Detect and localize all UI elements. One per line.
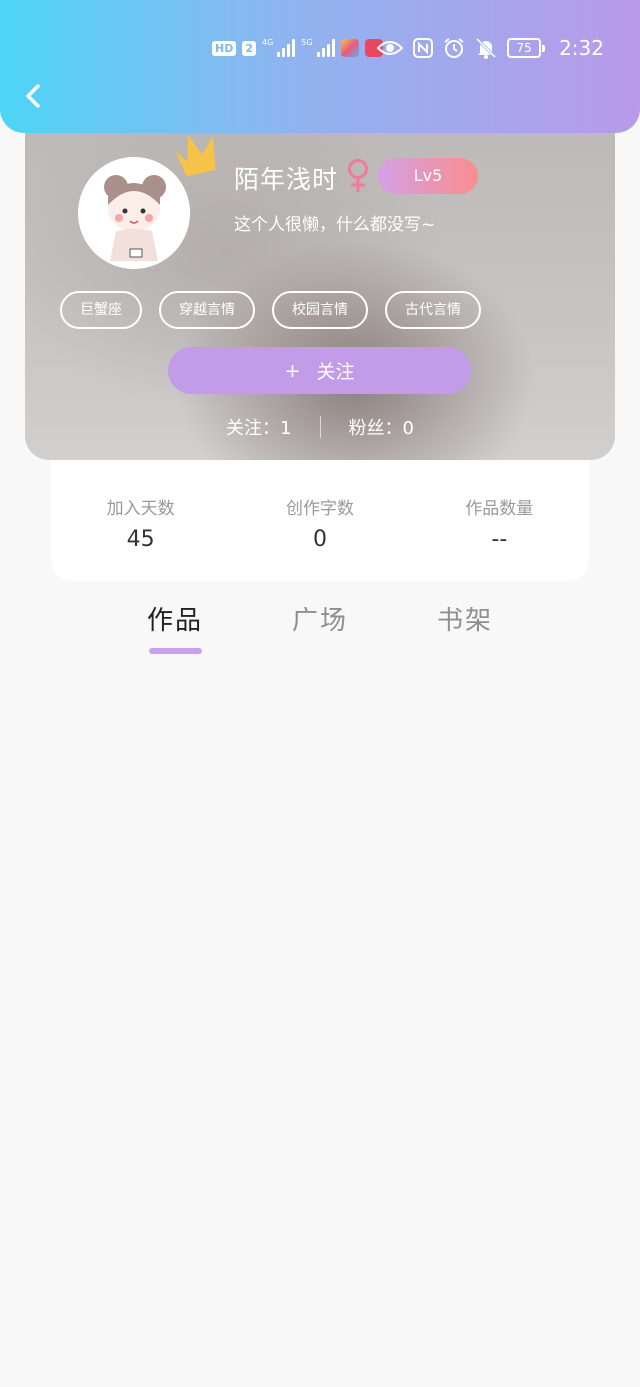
stat-join-days: 加入天数 45 [51, 460, 230, 581]
status-clock: 2:32 [559, 36, 604, 60]
stat-label: 创作字数 [285, 499, 354, 519]
stat-word-count: 创作字数 0 [230, 460, 409, 581]
back-button[interactable] [18, 80, 50, 112]
signal-icon [277, 39, 296, 57]
network-type-1: 4G [262, 37, 274, 47]
signal-icon-2 [316, 39, 335, 57]
tag-item: 巨蟹座 [60, 291, 142, 329]
hd-indicator: HD [212, 40, 237, 56]
stat-value: 0 [312, 527, 327, 552]
active-tab-indicator [149, 648, 202, 654]
fans-link[interactable]: 粉丝：0 [349, 414, 414, 440]
status-bar-right: 75 2:32 [377, 34, 640, 62]
nfc-icon [413, 38, 434, 58]
follow-counts: 关注：1 粉丝：0 [0, 414, 640, 440]
female-icon [345, 158, 371, 198]
tab-square[interactable]: 广场 [292, 600, 348, 637]
tag-item: 校园言情 [272, 291, 368, 329]
follow-button-label: 关注 [316, 361, 355, 383]
tab-bookshelf[interactable]: 书架 [437, 600, 493, 637]
sim-indicator: 2 [242, 40, 256, 56]
stats-card: 加入天数 45 创作字数 0 作品数量 -- [51, 460, 589, 581]
username: 陌年浅时 [234, 165, 339, 194]
status-bar-left: HD 2 4G 5G [212, 34, 383, 62]
level-badge: Lv5 [378, 158, 478, 194]
network-type-2: 5G [301, 37, 313, 47]
follow-button[interactable]: + 关注 [168, 347, 471, 394]
header-bar: HD 2 4G 5G 75 2:32 [0, 0, 640, 133]
alarm-icon [443, 37, 465, 59]
tag-list: 巨蟹座 穿越言情 校园言情 古代言情 [60, 291, 481, 329]
tab-bar: 作品 广场 书架 [0, 600, 640, 660]
tab-content-area [0, 670, 640, 1387]
crown-icon [168, 130, 222, 182]
tab-works[interactable]: 作品 [147, 600, 203, 637]
battery-level: 75 [507, 38, 542, 58]
following-link[interactable]: 关注：1 [226, 414, 291, 440]
fans-label: 粉丝： [348, 418, 403, 439]
chevron-left-icon [26, 84, 40, 108]
following-label: 关注： [226, 418, 281, 439]
divider [319, 416, 321, 438]
stat-value: 45 [126, 527, 155, 552]
stat-label: 作品数量 [465, 499, 534, 519]
following-count: 1 [280, 418, 292, 439]
plus-icon: + [284, 359, 301, 382]
user-bio: 这个人很懒，什么都没写~ [234, 215, 436, 235]
eye-icon [377, 39, 404, 57]
battery-icon: 75 [507, 38, 546, 58]
stat-label: 加入天数 [106, 499, 175, 519]
fans-count: 0 [402, 418, 414, 439]
tag-item: 穿越言情 [159, 291, 255, 329]
tag-item: 古代言情 [385, 291, 481, 329]
app-notification-icon [340, 39, 359, 57]
mute-bell-icon [475, 37, 497, 59]
stat-works-count: 作品数量 -- [410, 460, 589, 581]
stat-value: -- [491, 527, 508, 552]
